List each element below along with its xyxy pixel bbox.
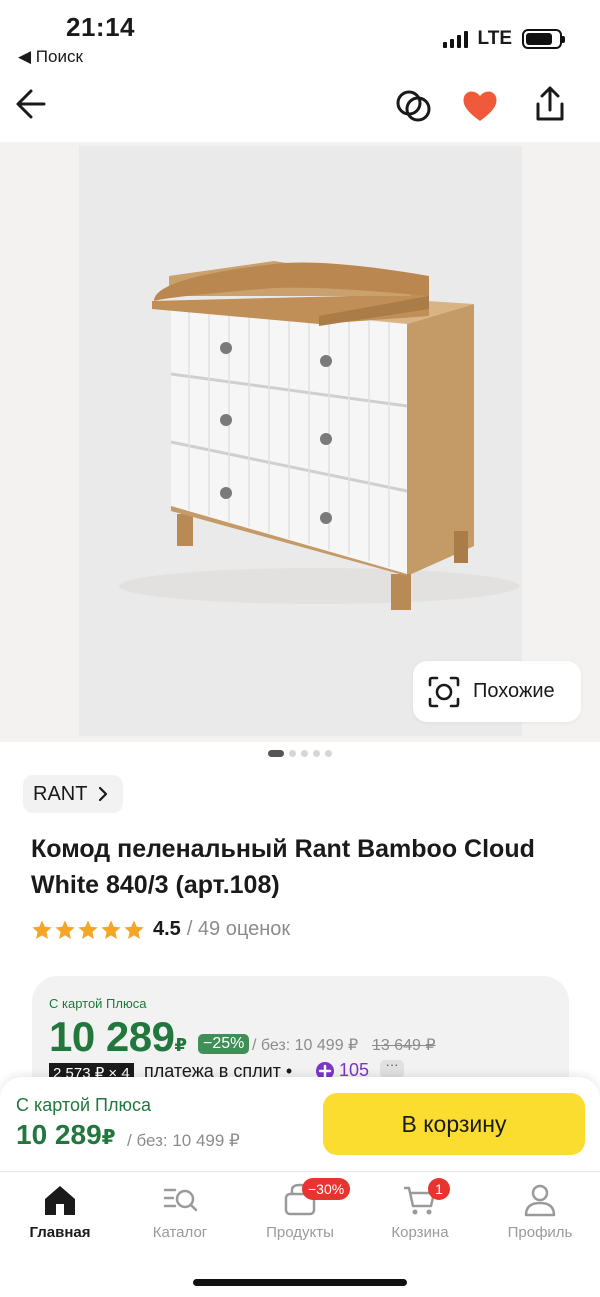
product-rating[interactable]: 4.5 / 49 оценок bbox=[31, 918, 290, 941]
star-icon bbox=[78, 919, 98, 939]
status-bar: 21:14 ◀ Поиск LTE bbox=[0, 0, 600, 80]
plus-card-label: С картой Плюса bbox=[49, 996, 147, 1011]
signal-icon bbox=[442, 30, 468, 48]
back-to-search-link[interactable]: ◀ Поиск bbox=[18, 47, 83, 67]
changing-table-image bbox=[119, 261, 519, 610]
tab-label: Профиль bbox=[507, 1224, 573, 1241]
favorite-heart-icon[interactable] bbox=[461, 88, 499, 124]
tab-profile[interactable]: Профиль bbox=[480, 1180, 600, 1241]
cart-count-badge: 1 bbox=[428, 1178, 450, 1200]
similar-products-button[interactable]: Похожие bbox=[413, 661, 581, 722]
star-icon bbox=[32, 919, 52, 939]
rating-count: / 49 оценок bbox=[186, 918, 291, 940]
brand-name: RANT bbox=[33, 782, 88, 805]
share-icon[interactable] bbox=[532, 84, 568, 124]
brand-link[interactable]: RANT bbox=[23, 775, 124, 813]
product-title: Комод пеленальный Rant Bamboo Cloud Whit… bbox=[31, 835, 535, 899]
plus-price: 10 289₽ bbox=[16, 1119, 116, 1150]
tab-label: Корзина bbox=[391, 1224, 449, 1241]
star-icon bbox=[55, 919, 75, 939]
currency-sign: ₽ bbox=[101, 1127, 116, 1149]
tab-catalog[interactable]: Каталог bbox=[120, 1180, 240, 1241]
visual-search-icon bbox=[428, 676, 460, 707]
tab-home[interactable]: Главная bbox=[0, 1180, 120, 1241]
gallery-dot[interactable] bbox=[325, 750, 332, 757]
bottom-tab-bar: Главная Каталог Продукты −30% Корзина 1 … bbox=[0, 1171, 600, 1297]
tab-cart[interactable]: Корзина 1 bbox=[360, 1178, 480, 1241]
back-arrow-icon[interactable] bbox=[14, 86, 50, 122]
status-time: 21:14 bbox=[66, 12, 135, 42]
discount-badge: −25% bbox=[198, 1034, 250, 1054]
gallery-dot[interactable] bbox=[301, 750, 308, 757]
chevron-right-icon bbox=[99, 786, 108, 802]
battery-icon bbox=[522, 29, 565, 49]
status-indicators: LTE bbox=[442, 28, 565, 50]
gallery-dot[interactable] bbox=[268, 750, 284, 757]
tab-label: Продукты bbox=[266, 1224, 334, 1241]
top-navigation bbox=[0, 80, 600, 140]
product-photo[interactable] bbox=[79, 146, 522, 736]
gallery-dot[interactable] bbox=[313, 750, 320, 757]
plus-price: 10 289₽ bbox=[49, 1013, 187, 1060]
buy-panel: С картой Плюса 10 289₽ / без: 10 499 ₽ В… bbox=[0, 1077, 600, 1171]
currency-sign: ₽ bbox=[174, 1035, 187, 1055]
gallery-dot[interactable] bbox=[289, 750, 296, 757]
star-icon bbox=[124, 919, 144, 939]
network-type: LTE bbox=[477, 28, 512, 49]
similar-label: Похожие bbox=[473, 680, 555, 702]
product-gallery[interactable]: Похожие bbox=[0, 142, 600, 742]
old-price: 13 649 ₽ bbox=[372, 1037, 436, 1054]
catalog-search-icon bbox=[163, 1188, 198, 1212]
compare-icon[interactable] bbox=[394, 86, 434, 126]
tab-label: Каталог bbox=[152, 1224, 208, 1241]
tab-groceries[interactable]: Продукты −30% bbox=[240, 1178, 360, 1241]
home-icon bbox=[45, 1186, 75, 1215]
gallery-pagination bbox=[0, 750, 600, 757]
price-without-card: / без: 10 499 ₽ bbox=[127, 1131, 240, 1150]
profile-icon bbox=[524, 1184, 556, 1217]
promo-badge: −30% bbox=[302, 1178, 351, 1200]
star-icon bbox=[101, 919, 121, 939]
add-to-cart-button[interactable]: В корзину bbox=[323, 1093, 585, 1155]
price-without-card: / без: 10 499 ₽ bbox=[252, 1037, 359, 1054]
more-options-button[interactable]: ··· bbox=[380, 1058, 404, 1078]
plus-card-label: С картой Плюса bbox=[16, 1095, 151, 1115]
rating-value: 4.5 bbox=[153, 918, 181, 940]
rating-stars bbox=[31, 919, 145, 941]
home-indicator bbox=[193, 1279, 407, 1286]
tab-label: Главная bbox=[29, 1224, 91, 1241]
